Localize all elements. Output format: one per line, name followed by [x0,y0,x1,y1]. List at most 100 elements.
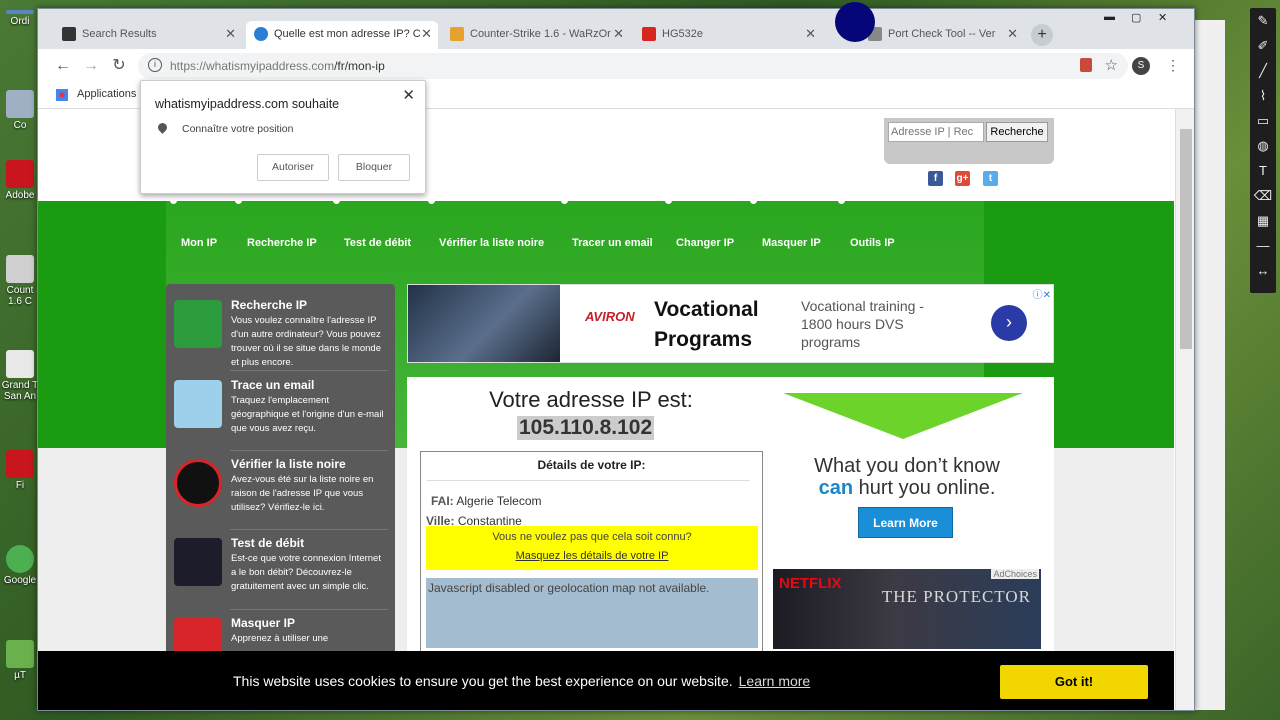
fill-icon[interactable]: ◍ [1250,133,1276,158]
close-tab-icon[interactable]: ✕ [225,21,236,47]
scrollbar-thumb[interactable] [1180,129,1192,349]
hide-details-link[interactable]: Masquez les détails de votre IP [426,550,758,562]
sidebar-item-liste-noire[interactable]: Vérifier la liste noire Avez-vous été su… [172,455,392,525]
address-bar[interactable]: i https://whatismyipaddress.com/fr/mon-i… [138,53,1128,79]
back-icon[interactable]: ← [52,55,74,77]
isp-value: Algerie Telecom [456,494,542,508]
line-icon[interactable]: ╱ [1250,58,1276,83]
facebook-icon[interactable]: f [928,171,943,186]
new-tab-button[interactable]: + [1031,24,1053,46]
eraser-icon[interactable]: ⌫ [1250,183,1276,208]
stroke-icon[interactable]: — [1250,233,1276,258]
site-info-icon[interactable]: i [148,58,162,72]
desktop-icon[interactable]: Ordi [0,10,40,27]
nav-test-debit[interactable]: Test de débit [344,237,411,249]
close-icon[interactable]: ✕ [402,86,415,104]
menu-icon[interactable]: ⋮ [1166,57,1180,74]
tab-mon-ip[interactable]: Quelle est mon adresse IP? C ✕ [246,21,438,49]
nav-outils-ip[interactable]: Outils IP [850,237,895,249]
close-tab-icon[interactable]: ✕ [421,21,432,47]
reload-icon[interactable]: ↻ [108,55,130,77]
tab-port-check[interactable]: Port Check Tool -- Ver ✕ [860,21,1024,49]
learn-more-button[interactable]: Learn More [858,507,953,538]
nav-mon-ip[interactable]: Mon IP [181,237,217,249]
ad-line1: What you don’t know [814,455,1000,477]
adchoices-icon[interactable]: ⓘ✕ [1033,286,1051,301]
tab-hg532e[interactable]: HG532e ✕ [634,21,822,49]
blacklist-ip-icon [174,459,222,507]
nav-tracer-email[interactable]: Tracer un email [572,237,653,249]
permission-title: whatismyipaddress.com souhaite [155,97,340,111]
tab-title: Port Check Tool -- Ver [888,28,996,40]
maximize-button[interactable]: ▢ [1131,11,1141,24]
sidebar-item-title: Masquer IP [231,616,296,630]
site-search-button[interactable]: Recherche [986,122,1048,142]
nav-recherche-ip[interactable]: Recherche IP [247,237,317,249]
pen-icon[interactable]: ✎ [1250,8,1276,33]
tab-search-results[interactable]: Search Results ✕ [54,21,242,49]
desktop-icon[interactable]: Count 1.6 C [0,255,40,307]
search-favicon [62,27,76,41]
tab-title: Search Results [82,28,157,40]
netflix-ad[interactable]: NETFLIX THE PROTECTOR AdChoices [773,569,1041,649]
twitter-icon[interactable]: t [983,171,998,186]
sidebar-item-recherche-ip[interactable]: Recherche IP Vous voulez connaître l'adr… [172,296,392,376]
close-tab-icon[interactable]: ✕ [613,21,624,47]
sidebar-item-desc: Avez-vous été sur la liste noire en rais… [231,474,374,513]
close-tab-icon[interactable]: ✕ [1007,21,1018,47]
apps-grid-icon[interactable] [56,89,68,101]
sidebar-item-desc: Est-ce que votre connexion Internet a le… [231,553,381,592]
ad-line2: hurt you online. [858,477,996,499]
nav-changer-ip[interactable]: Changer IP [676,237,734,249]
arrow-graphic [783,393,1023,439]
nav-liste-noire[interactable]: Vérifier la liste noire [439,237,544,249]
site-search: Recherche [884,118,1054,164]
page-scrollbar[interactable] [1175,109,1194,710]
google-plus-icon[interactable]: g+ [955,171,970,186]
desktop-icon[interactable]: Fi [0,450,40,491]
permission-request: Connaître votre position [182,123,294,135]
desktop-icon[interactable]: Co [0,90,40,131]
sidebar-item-trace-email[interactable]: Trace un email Traquez l'emplacement géo… [172,376,392,446]
nav-masquer-ip[interactable]: Masquer IP [762,237,821,249]
pattern-icon[interactable]: ▦ [1250,208,1276,233]
annotation-toolbar: ✎ ✐ ╱ ⌇ ▭ ◍ T ⌫ ▦ — ↔ [1250,8,1276,293]
close-window-button[interactable]: ✕ [1158,11,1167,24]
desktop-icon-label: Count 1.6 C [6,285,34,307]
sidebar-item-title: Vérifier la liste noire [231,457,346,471]
learn-more-link[interactable]: Learn more [739,673,811,689]
text-tool-icon[interactable]: T [1250,158,1276,183]
details-title: Détails de votre IP: [537,458,646,472]
ad-logo: AVIRON [585,309,635,324]
desktop-icon[interactable]: µT [0,640,40,681]
marker-icon[interactable]: ✐ [1250,33,1276,58]
desktop-icon[interactable]: Adobe [0,160,40,201]
allow-button[interactable]: Autoriser [257,154,329,181]
sidebar-item-test-debit[interactable]: Test de débit Est-ce que votre connexion… [172,534,392,614]
speedometer-icon [174,538,222,586]
block-button[interactable]: Bloquer [338,154,410,181]
desktop-icon[interactable]: Grand T San An [0,350,40,402]
security-ad-text[interactable]: What you don’t know can hurt you online. [783,455,1031,499]
close-tab-icon[interactable]: ✕ [805,21,816,47]
resize-icon[interactable]: ↔ [1250,258,1276,283]
rectangle-icon[interactable]: ▭ [1250,108,1276,133]
profile-avatar[interactable]: S [1132,57,1150,75]
desktop-icon[interactable]: Google [0,545,40,586]
vocational-ad[interactable]: AVIRON Vocational Programs Vocational tr… [407,284,1054,363]
tab-counter-strike[interactable]: Counter-Strike 1.6 - WaRzOr ✕ [442,21,630,49]
site-search-input[interactable] [888,122,984,142]
star-icon[interactable]: ☆ [1105,56,1118,74]
url-host: https://whatismyipaddress.com [170,59,335,73]
apps-bookmark[interactable]: Applications [77,88,136,100]
location-permission-popup: whatismyipaddress.com souhaite ✕ Connaît… [140,80,426,194]
minimize-button[interactable]: ▬ [1104,11,1115,23]
huawei-favicon [642,27,656,41]
forward-icon[interactable]: → [80,55,102,77]
cookie-accept-button[interactable]: Got it! [1000,665,1148,699]
location-blocked-icon[interactable] [1080,58,1092,72]
adchoices-label[interactable]: AdChoices [991,569,1039,579]
ad-next-button[interactable]: › [991,305,1027,341]
ad-image [408,285,560,362]
brush-icon[interactable]: ⌇ [1250,83,1276,108]
